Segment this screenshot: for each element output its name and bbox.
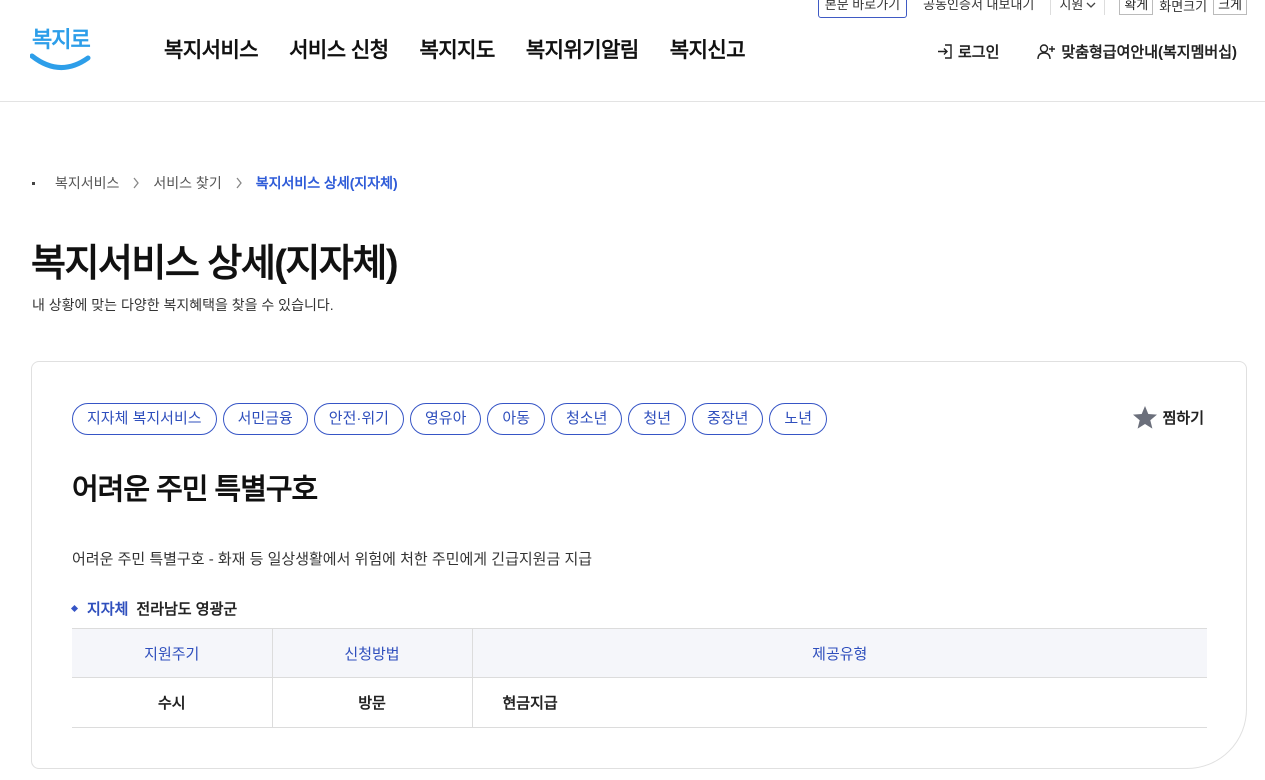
chevron-down-icon [1086, 2, 1096, 8]
language-select[interactable]: 지원 [1050, 0, 1106, 15]
nav-welfare-map[interactable]: 복지지도 [420, 34, 496, 64]
cell-provision-type: 현금지급 [471, 677, 1207, 728]
site-logo[interactable]: 복지로 [30, 22, 92, 74]
font-size-controls: 확게 화면크기 크게 [1119, 0, 1247, 15]
user-add-icon [1037, 44, 1056, 60]
font-size-up-button[interactable]: 확게 [1119, 0, 1154, 15]
language-label: 지원 [1059, 0, 1084, 12]
login-button[interactable]: 로그인 [936, 41, 999, 62]
category-tags: 지자체 복지서비스 서민금융 안전·위기 영유아 아동 청소년 청년 중장년 노… [72, 403, 828, 435]
tag-child[interactable]: 아동 [487, 403, 545, 435]
chevron-right-icon [235, 177, 243, 189]
tag-youth[interactable]: 청소년 [551, 403, 623, 435]
page-title: 복지서비스 상세(지자체) [31, 243, 398, 285]
table-header-row: 지원주기 신청방법 제공유형 [72, 628, 1207, 678]
breadcrumb-item-find[interactable]: 서비스 찾기 [153, 173, 221, 193]
tag-local-welfare[interactable]: 지자체 복지서비스 [72, 403, 217, 435]
utility-bar: 본문 바로가기 공동인증서 내보내기 지원 확게 화면크기 크게 [817, 0, 1247, 18]
diamond-bullet-icon [70, 604, 79, 613]
breadcrumb-item-welfare[interactable]: 복지서비스 [55, 173, 119, 193]
header-provision-type: 제공유형 [471, 628, 1207, 678]
cell-apply-method: 방문 [271, 677, 472, 728]
region-value: 전라남도 영광군 [136, 601, 238, 618]
breadcrumb-home-dot [32, 181, 35, 185]
service-info-table: 지원주기 신청방법 제공유형 수시 방문 현금지급 [72, 628, 1207, 728]
chevron-right-icon [132, 177, 140, 189]
region-info: 지자체 전라남도 영광군 [70, 598, 238, 619]
tag-young-adult[interactable]: 청년 [628, 403, 687, 435]
tag-middle-age[interactable]: 중장년 [692, 403, 764, 435]
main-navigation: 복지서비스 서비스 신청 복지지도 복지위기알림 복지신고 [164, 34, 746, 64]
nav-service-apply[interactable]: 서비스 신청 [289, 34, 389, 64]
service-detail-card: 지자체 복지서비스 서민금융 안전·위기 영유아 아동 청소년 청년 중장년 노… [31, 361, 1247, 769]
tag-safety-crisis[interactable]: 안전·위기 [313, 403, 404, 435]
skip-to-content-link[interactable]: 본문 바로가기 [817, 0, 908, 18]
bookmark-button[interactable]: 찜하기 [1132, 405, 1204, 430]
service-description: 어려운 주민 특별구호 - 화재 등 일상생활에서 위험에 처한 주민에게 긴급… [72, 551, 593, 568]
bookmark-label: 찜하기 [1162, 410, 1204, 427]
membership-label: 맞춤형급여안내(복지멤버십) [1061, 44, 1237, 61]
cell-support-cycle: 수시 [72, 677, 272, 728]
tag-infant[interactable]: 영유아 [409, 403, 482, 435]
header-support-cycle: 지원주기 [72, 628, 272, 678]
tag-finance[interactable]: 서민금융 [222, 403, 308, 435]
logo-smile-icon [30, 53, 91, 70]
cert-export-link[interactable]: 공동인증서 내보내기 [915, 0, 1042, 15]
star-icon [1132, 406, 1157, 429]
font-size-down-button[interactable]: 크게 [1213, 0, 1247, 15]
page-description: 내 상황에 맞는 다양한 복지혜택을 찾을 수 있습니다. [32, 297, 334, 313]
header-actions: 로그인 맞춤형급여안내(복지멤버십) [936, 41, 1237, 62]
login-icon [938, 44, 952, 59]
site-header: 본문 바로가기 공동인증서 내보내기 지원 확게 화면크기 크게 복지로 복지서… [0, 0, 1265, 102]
breadcrumb: 복지서비스 서비스 찾기 복지서비스 상세(지자체) [32, 173, 398, 193]
header-apply-method: 신청방법 [271, 628, 472, 678]
nav-welfare-report[interactable]: 복지신고 [670, 34, 746, 64]
breadcrumb-current: 복지서비스 상세(지자체) [255, 175, 398, 191]
font-size-label: 화면크기 [1159, 0, 1208, 14]
nav-welfare-service[interactable]: 복지서비스 [164, 34, 259, 64]
tag-senior[interactable]: 노년 [769, 403, 828, 435]
region-label: 지자체 [87, 601, 129, 618]
table-row: 수시 방문 현금지급 [72, 677, 1207, 728]
nav-crisis-alert[interactable]: 복지위기알림 [526, 34, 639, 64]
membership-button[interactable]: 맞춤형급여안내(복지멤버십) [1037, 41, 1237, 62]
service-title: 어려운 주민 특별구호 [72, 474, 318, 506]
login-label: 로그인 [958, 44, 1000, 61]
